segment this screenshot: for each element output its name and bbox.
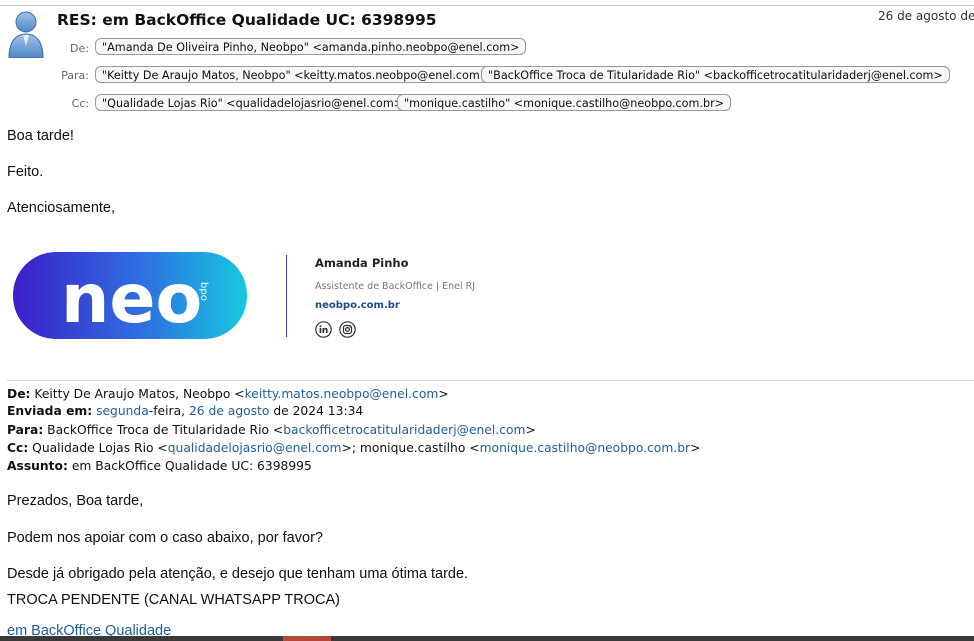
cc-label: Cc: [71,97,89,110]
quoted-sent-rest: de 2024 13:34 [269,404,364,418]
quoted-to-end: > [525,423,536,437]
body-greeting: Boa tarde! [7,128,74,144]
email-date: 26 de agosto de 2 [878,9,974,23]
quoted-cc-line: Cc: Qualidade Lojas Rio <qualidadelojasr… [7,441,700,455]
quoted-request: Podem nos apoiar com o caso abaixo, por … [7,530,323,546]
quoted-cc-email2-link[interactable]: monique.castilho@neobpo.com.br [480,441,691,455]
quoted-sent-day-link[interactable]: segunda [96,404,149,418]
logo-wordmark: neo [61,260,202,339]
bottom-taskbar-accent [283,636,331,641]
neobpo-logo: neo bpo [13,252,247,339]
body-line: Feito. [7,164,44,180]
logo-subtext: bpo [198,282,209,301]
quoted-from-email-link[interactable]: keitty.matos.neobpo@enel.com [245,387,439,401]
quoted-cc-name1: Qualidade Lojas Rio < [28,441,168,455]
quoted-subject-label: Assunto: [7,459,68,473]
quoted-sent-day-suffix: -feira, [148,404,189,418]
quoted-to-email-link[interactable]: backofficetrocatitularidaderj@enel.com [283,423,525,437]
instagram-icon[interactable] [339,321,356,338]
cc-address-pill-1[interactable]: "Qualidade Lojas Rio" <qualidadelojasrio… [95,94,411,111]
from-address-pill[interactable]: "Amanda De Oliveira Pinho, Neobpo" <aman… [95,38,527,55]
quoted-from-end: > [438,387,449,401]
quoted-subject-line: Assunto: em BackOffice Qualidade UC: 639… [7,459,312,473]
linkedin-icon[interactable] [315,321,332,338]
quoted-to-line: Para: BackOffice Troca de Titularidade R… [7,423,536,437]
quoted-thanks: Desde já obrigado pela atenção, e desejo… [7,566,469,582]
quoted-from-line: De: Keitty De Araujo Matos, Neobpo <keit… [7,387,449,401]
quoted-to-label: Para: [7,423,44,437]
signature-name: Amanda Pinho [315,256,409,270]
quoted-cc-mid: >; monique.castilho < [341,441,480,455]
from-label: De: [70,42,89,55]
quoted-sent-label: Enviada em: [7,404,93,418]
quoted-from-label: De: [7,387,31,401]
bottom-taskbar-edge [0,636,974,641]
quoted-message-divider [7,380,974,381]
signature-role: Assistente de BackOffice | Enel RJ [315,281,476,292]
to-address-pill-1[interactable]: "Keitty De Araujo Matos, Neobpo" <keitty… [95,66,497,83]
quoted-to-name: BackOffice Troca de Titularidade Rio < [43,423,284,437]
quoted-cc-email1-link[interactable]: qualidadelojasrio@enel.com [168,441,342,455]
quoted-subject-value: em BackOffice Qualidade UC: 6398995 [67,459,312,473]
body-closing: Atenciosamente, [7,200,116,216]
header-top-border [0,5,974,6]
email-subject: RES: em BackOffice Qualidade UC: 6398995 [57,11,437,29]
quoted-sent-line: Enviada em: segunda-feira, 26 de agosto … [7,404,363,418]
to-address-pill-2[interactable]: "BackOffice Troca de Titularidade Rio" <… [481,66,950,83]
to-label: Para: [61,69,89,82]
sender-avatar-icon [8,11,44,58]
quoted-cc-end: > [690,441,701,455]
quoted-sent-date-link[interactable]: 26 de agosto [189,404,269,418]
signature-divider [286,255,287,337]
quoted-status: TROCA PENDENTE (CANAL WHATSAPP TROCA) [7,592,341,608]
quoted-from-name: Keitty De Araujo Matos, Neobpo < [30,387,245,401]
quoted-cc-label: Cc: [7,441,29,455]
cc-address-pill-2[interactable]: "monique.castilho" <monique.castilho@neo… [397,94,732,111]
signature-website-link[interactable]: neobpo.com.br [315,300,400,311]
quoted-greeting: Prezados, Boa tarde, [7,493,144,509]
